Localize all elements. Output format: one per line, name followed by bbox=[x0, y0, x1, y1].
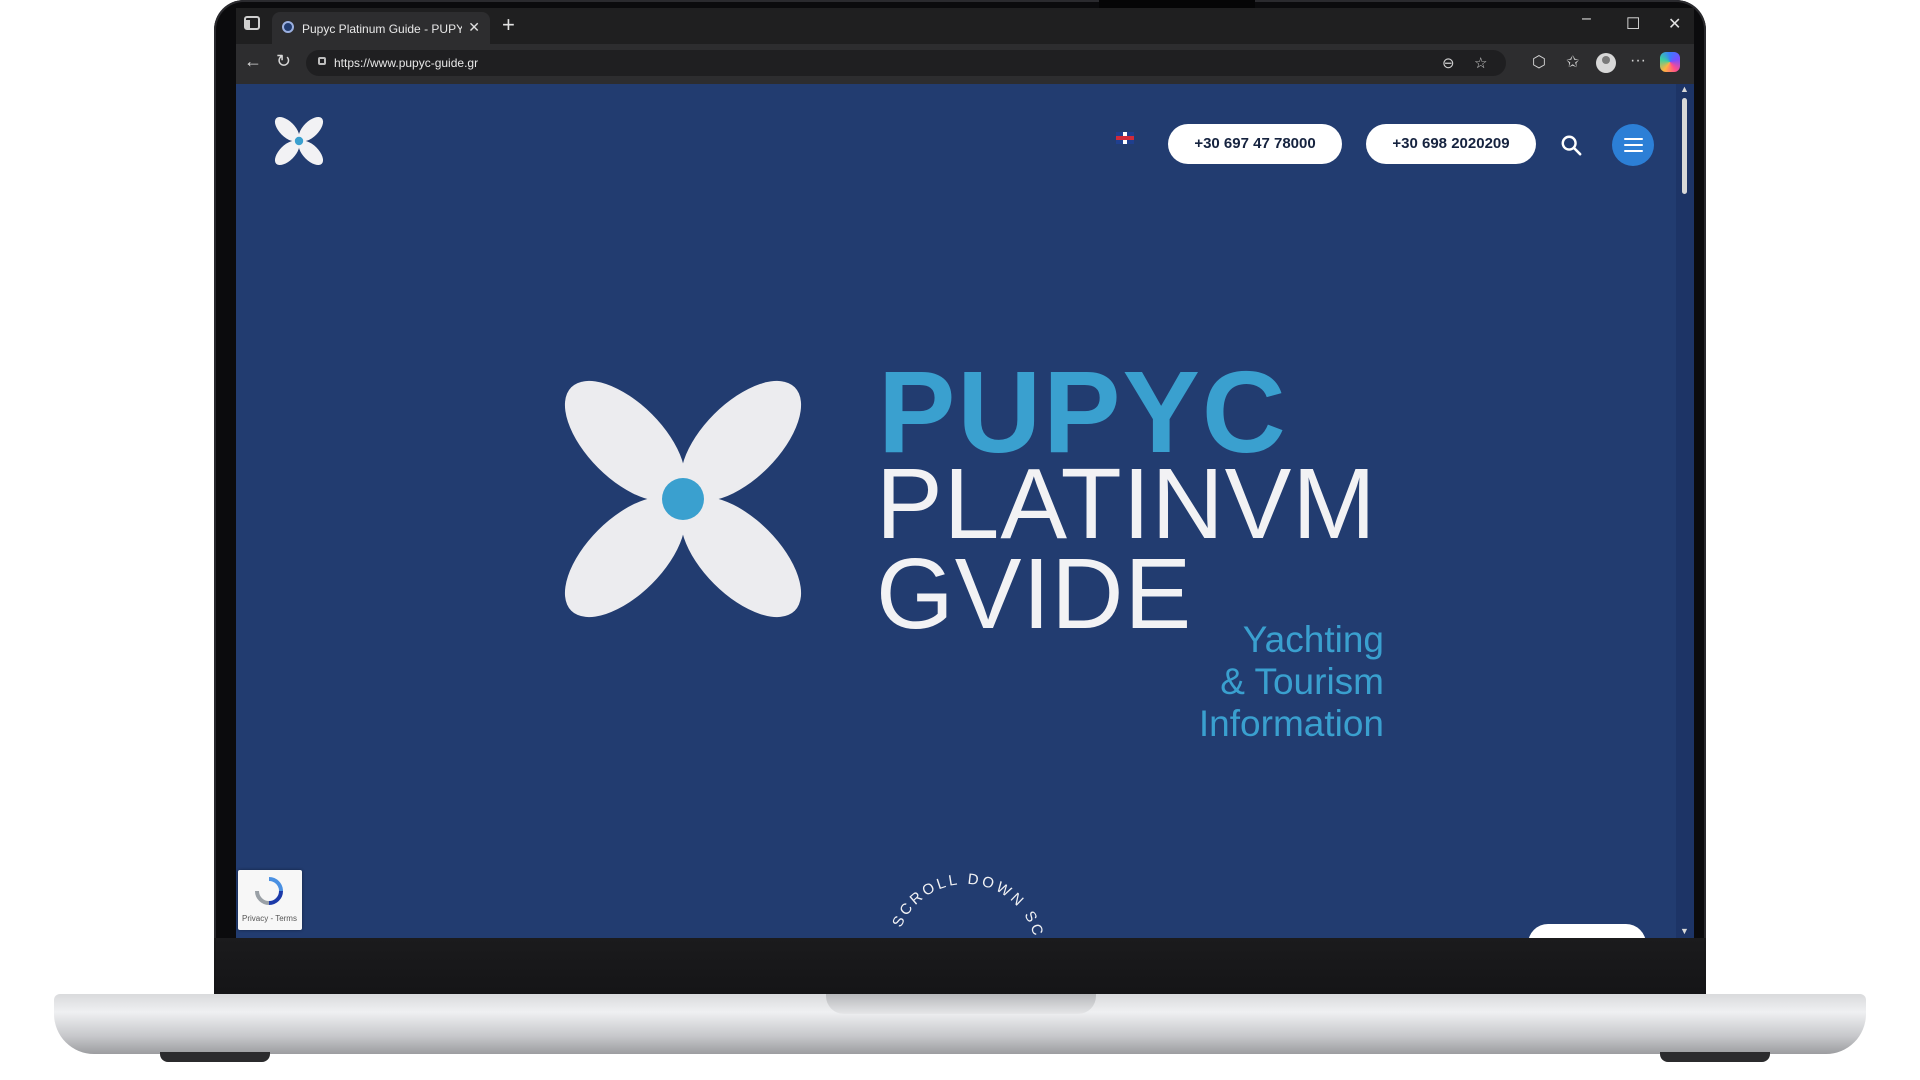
scroll-down-text: SCROLL DOWN SCROLL DOWN bbox=[889, 871, 1046, 938]
web-page: +30 697 47 78000 +30 698 2020209 PUPYC P… bbox=[236, 84, 1694, 938]
reader-mode-icon[interactable]: ⊖ bbox=[1442, 54, 1455, 72]
hero-logo-mark-icon bbox=[564, 380, 802, 618]
page-scrollbar[interactable]: ▲ ▼ bbox=[1676, 84, 1694, 938]
scrollbar-thumb[interactable] bbox=[1682, 98, 1687, 194]
hero-title-guide: GVIDE bbox=[876, 538, 1193, 650]
tagline-line-2: & Tourism bbox=[1220, 661, 1384, 702]
scroll-up-arrow-icon[interactable]: ▲ bbox=[1680, 84, 1689, 94]
address-bar[interactable]: https://www.pupyc-guide.gr ⊖ ☆ bbox=[306, 50, 1506, 76]
hero-tagline: Yachting & Tourism Information bbox=[1199, 619, 1384, 745]
recaptcha-badge[interactable]: Privacy - Terms bbox=[238, 870, 302, 930]
extensions-icon[interactable]: ⬡ bbox=[1532, 52, 1546, 72]
close-window-icon[interactable]: ✕ bbox=[1668, 14, 1681, 34]
scroll-down-indicator[interactable]: SCROLL DOWN SCROLL DOWN bbox=[876, 864, 1056, 938]
laptop-chin bbox=[214, 938, 1706, 1000]
reload-icon[interactable]: ↻ bbox=[276, 51, 291, 72]
svg-text:SCROLL DOWN SCROLL DOWN: SCROLL DOWN SCROLL DOWN bbox=[889, 871, 1049, 938]
lock-icon bbox=[318, 57, 326, 65]
close-tab-icon[interactable]: ✕ bbox=[468, 19, 480, 36]
address-url[interactable]: https://www.pupyc-guide.gr bbox=[334, 56, 478, 70]
profile-avatar-icon[interactable] bbox=[1596, 53, 1616, 73]
tab-title: Pupyc Platinum Guide - PUPYC Pl bbox=[302, 22, 462, 36]
scroll-down-arrow-icon[interactable]: ▼ bbox=[1680, 926, 1689, 936]
tagline-line-1: Yachting bbox=[1242, 619, 1384, 660]
more-options-icon[interactable]: ··· bbox=[1630, 52, 1646, 70]
phone-button-2[interactable]: +30 698 2020209 bbox=[1366, 124, 1536, 164]
hamburger-menu-button[interactable] bbox=[1612, 124, 1654, 166]
floating-white-button[interactable] bbox=[1528, 924, 1646, 938]
maximize-icon[interactable]: ☐ bbox=[1626, 14, 1640, 34]
browser-toolbar: ← ↻ https://www.pupyc-guide.gr ⊖ ☆ ⬡ ✩ ·… bbox=[236, 44, 1694, 84]
uk-flag-icon[interactable] bbox=[1116, 132, 1134, 144]
laptop-opening-lip bbox=[826, 994, 1096, 1014]
new-tab-icon[interactable]: + bbox=[502, 12, 515, 38]
favorites-icon[interactable]: ✩ bbox=[1566, 52, 1579, 72]
laptop-foot-left bbox=[160, 1052, 270, 1062]
site-logo-icon[interactable] bbox=[264, 106, 334, 176]
recaptcha-privacy-terms[interactable]: Privacy - Terms bbox=[242, 914, 297, 923]
search-icon[interactable] bbox=[1560, 134, 1582, 156]
back-arrow-icon[interactable]: ← bbox=[244, 51, 262, 72]
laptop-foot-right bbox=[1660, 1052, 1770, 1062]
tab-actions-icon[interactable] bbox=[244, 16, 260, 30]
phone-button-1[interactable]: +30 697 47 78000 bbox=[1168, 124, 1342, 164]
laptop-screen: Pupyc Platinum Guide - PUPYC Pl ✕ + – ☐ … bbox=[236, 8, 1694, 938]
minimize-icon[interactable]: – bbox=[1582, 10, 1591, 28]
tagline-line-3: Information bbox=[1198, 703, 1384, 744]
favicon-icon bbox=[282, 21, 294, 33]
recaptcha-icon bbox=[255, 877, 283, 905]
browser-tab[interactable]: Pupyc Platinum Guide - PUPYC Pl ✕ bbox=[272, 12, 490, 44]
copilot-icon[interactable] bbox=[1660, 52, 1680, 72]
browser-tab-bar: Pupyc Platinum Guide - PUPYC Pl ✕ + – ☐ … bbox=[236, 8, 1694, 44]
favorite-star-icon[interactable]: ☆ bbox=[1474, 54, 1487, 72]
